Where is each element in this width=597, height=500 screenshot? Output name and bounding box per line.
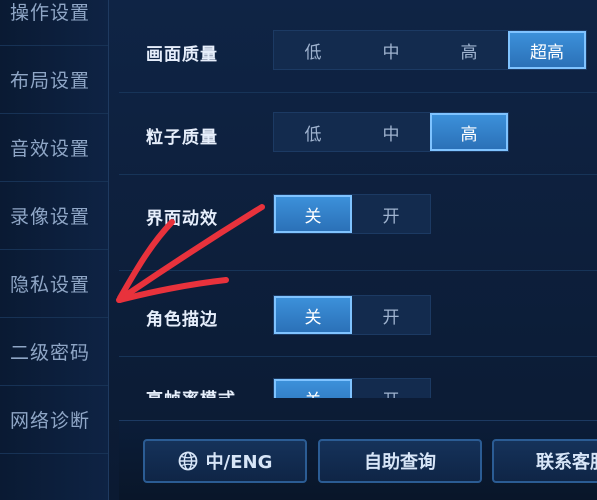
high-framerate-toggle: 关 开 [273,378,431,398]
particle-quality-high[interactable]: 高 [430,113,508,151]
sidebar-item-label: 操作设置 [10,2,91,24]
ui-animation-on[interactable]: 开 [352,195,430,233]
character-outline-label: 角色描边 [146,310,218,330]
sidebar-item-layout[interactable]: 布局设置 [0,46,108,114]
sidebar-item-privacy[interactable]: 隐私设置 [0,250,108,318]
divider [119,270,597,271]
settings-sidebar: 操作设置 布局设置 音效设置 录像设置 隐私设置 二级密码 网络诊断 [0,0,109,500]
sidebar-item-replay[interactable]: 录像设置 [0,182,108,250]
high-framerate-off[interactable]: 关 [274,379,352,398]
ui-animation-off[interactable]: 关 [274,195,352,233]
character-outline-off[interactable]: 关 [274,296,352,334]
sidebar-item-secondary-password[interactable]: 二级密码 [0,318,108,386]
sidebar-item-label: 二级密码 [10,342,91,364]
particle-quality-low[interactable]: 低 [274,113,352,151]
sidebar-item-network[interactable]: 网络诊断 [0,386,108,454]
contact-support-button[interactable]: 联系客服 [492,439,597,483]
self-service-button[interactable]: 自助查询 [318,439,482,483]
language-button-label: 中/ENG [205,452,273,473]
sidebar-item-label: 录像设置 [10,206,91,228]
high-framerate-label: 高帧率模式 [146,385,236,398]
settings-panel: 画面质量 低 中 高 超高 粒子质量 低 中 高 界面动效 关 开 角色描边 关… [119,0,597,398]
high-framerate-on[interactable]: 开 [352,379,430,399]
divider [119,174,597,175]
particle-quality-label: 粒子质量 [146,128,218,148]
settings-screen: 操作设置 布局设置 音效设置 录像设置 隐私设置 二级密码 网络诊断 画面质量 … [0,0,597,500]
character-outline-on[interactable]: 开 [352,296,430,334]
sidebar-item-sound[interactable]: 音效设置 [0,114,108,182]
character-outline-toggle: 关 开 [273,295,431,335]
particle-quality-medium[interactable]: 中 [352,113,430,151]
graphics-quality-ultra[interactable]: 超高 [508,31,586,69]
sidebar-item-label: 布局设置 [10,70,91,92]
sidebar-item-label: 网络诊断 [10,410,91,432]
particle-quality-selector: 低 中 高 [273,112,509,152]
contact-support-button-label: 联系客服 [536,452,597,473]
ui-animation-toggle: 关 开 [273,194,431,234]
graphics-quality-selector: 低 中 高 超高 [273,30,587,70]
ui-animation-label: 界面动效 [146,209,218,229]
divider [119,92,597,93]
graphics-quality-high[interactable]: 高 [430,31,508,69]
sidebar-item-label: 隐私设置 [10,274,91,296]
graphics-quality-label: 画面质量 [146,45,218,65]
globe-icon [178,451,198,471]
self-service-button-label: 自助查询 [364,452,436,473]
graphics-quality-medium[interactable]: 中 [352,31,430,69]
bottom-action-bar: 中/ENG 自助查询 联系客服 [119,420,597,500]
sidebar-item-label: 音效设置 [10,138,91,160]
language-button[interactable]: 中/ENG [143,439,307,483]
divider [119,356,597,357]
sidebar-item-controls[interactable]: 操作设置 [0,0,108,46]
graphics-quality-low[interactable]: 低 [274,31,352,69]
